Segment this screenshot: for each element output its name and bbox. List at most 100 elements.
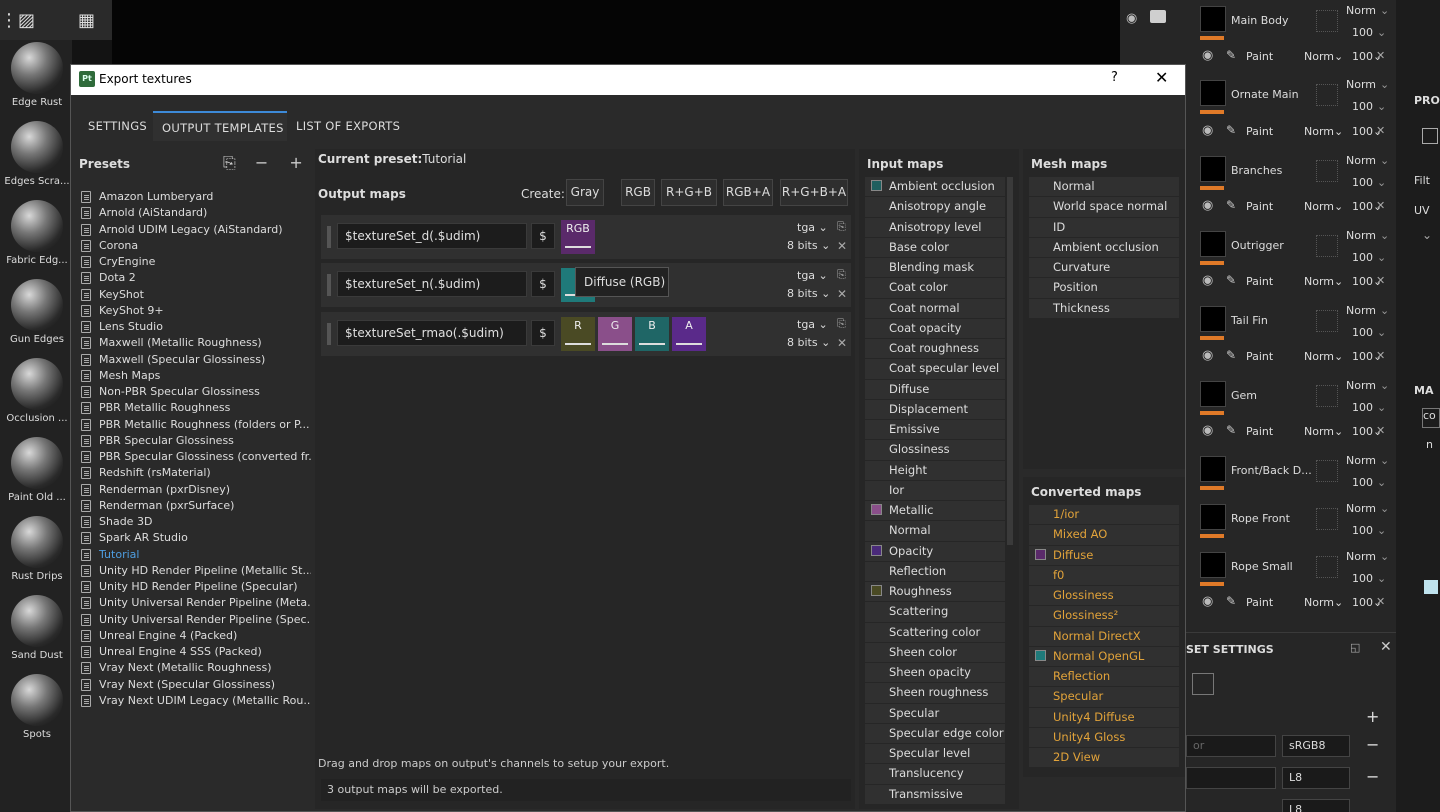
converted-map-item[interactable]: Unity4 Gloss (1029, 727, 1179, 747)
preset-item[interactable]: PBR Specular Glossiness (79, 433, 311, 449)
preset-item[interactable]: Tutorial (79, 547, 311, 563)
material-item[interactable]: Paint Old ... (0, 437, 74, 503)
mask-slot[interactable] (1316, 385, 1338, 407)
drag-handle[interactable] (327, 274, 331, 296)
image-icon[interactable]: ▨ (18, 10, 35, 31)
remove-icon[interactable]: − (1366, 735, 1379, 754)
blend-mode-select[interactable]: Norm⌄ (1304, 275, 1343, 288)
preset-item[interactable]: Amazon Lumberyard (79, 189, 311, 205)
input-map-item[interactable]: Emissive (865, 420, 1005, 440)
input-map-item[interactable]: Blending mask (865, 258, 1005, 278)
blend-mode-select[interactable]: Norm⌄ (1304, 50, 1343, 63)
blend-mode-select[interactable]: Norm⌄ (1346, 454, 1389, 467)
visibility-icon[interactable]: ◉ (1126, 11, 1137, 26)
tab-output-templates[interactable]: OUTPUT TEMPLATES (153, 111, 287, 141)
preset-item[interactable]: Corona (79, 238, 311, 254)
mask-slot[interactable] (1316, 235, 1338, 257)
mask-slot[interactable] (1316, 508, 1338, 530)
input-map-item[interactable]: Metallic (865, 501, 1005, 521)
converted-map-item[interactable]: Glossiness (1029, 586, 1179, 606)
mask-slot[interactable] (1316, 84, 1338, 106)
material-item[interactable]: Gun Edges (0, 279, 74, 345)
opacity-select[interactable]: 100 ⌄ (1352, 476, 1386, 489)
input-map-item[interactable]: Roughness (865, 582, 1005, 602)
input-map-item[interactable]: Coat specular level (865, 359, 1005, 379)
remove-icon[interactable]: − (1366, 767, 1379, 786)
remove-icon[interactable]: ✕ (1376, 349, 1385, 362)
remove-icon[interactable]: ✕ (1376, 274, 1385, 287)
preset-item[interactable]: Arnold UDIM Legacy (AiStandard) (79, 222, 311, 238)
input-map-item[interactable]: Scattering (865, 602, 1005, 622)
remove-icon[interactable]: ✕ (1376, 124, 1385, 137)
input-map-item[interactable]: Coat roughness (865, 339, 1005, 359)
input-map-item[interactable]: Anisotropy level (865, 217, 1005, 237)
input-map-item[interactable]: Specular edge color (865, 723, 1005, 743)
remove-icon[interactable]: ✕ (1376, 49, 1385, 62)
close-button[interactable]: ✕ (1155, 68, 1168, 87)
visibility-icon[interactable]: ◉ (1202, 594, 1213, 609)
bit-depth-select[interactable]: 8 bits ⌄ (787, 336, 830, 349)
converted-map-item[interactable]: Diffuse (1029, 545, 1179, 565)
input-map-item[interactable]: Normal (865, 521, 1005, 541)
input-map-item[interactable]: Height (865, 460, 1005, 480)
mask-slot[interactable] (1316, 556, 1338, 578)
input-map-item[interactable]: Sheen opacity (865, 663, 1005, 683)
blend-mode-select[interactable]: Norm⌄ (1346, 4, 1389, 17)
input-map-item[interactable]: Specular (865, 703, 1005, 723)
input-map-item[interactable]: Anisotropy angle (865, 197, 1005, 217)
mesh-map-item[interactable]: ID (1029, 217, 1179, 237)
mesh-map-item[interactable]: Ambient occlusion (1029, 237, 1179, 257)
preset-item[interactable]: Dota 2 (79, 270, 311, 286)
blend-mode-select[interactable]: Norm⌄ (1304, 125, 1343, 138)
channel-slot[interactable]: A (672, 317, 706, 351)
preset-item[interactable]: Unity Universal Render Pipeline (Spec... (79, 612, 311, 628)
tab-list-of-exports[interactable]: LIST OF EXPORTS (287, 111, 409, 141)
preset-item[interactable]: Shade 3D (79, 514, 311, 530)
input-map-item[interactable]: Ambient occlusion (865, 177, 1005, 197)
preset-item[interactable]: KeyShot (79, 287, 311, 303)
preset-item[interactable]: PBR Metallic Roughness (folders or P... (79, 417, 311, 433)
opacity-select[interactable]: 100 ⌄ (1352, 401, 1386, 414)
visibility-icon[interactable]: ◉ (1202, 273, 1213, 288)
drag-handle[interactable] (327, 323, 331, 345)
preset-item[interactable]: PBR Specular Glossiness (converted fr... (79, 449, 311, 465)
preset-item[interactable]: Vray Next (Metallic Roughness) (79, 660, 311, 676)
input-map-item[interactable]: Reflection (865, 561, 1005, 581)
material-item[interactable]: Spots (0, 674, 74, 740)
mesh-map-item[interactable]: Position (1029, 278, 1179, 298)
create-rgb-a-button[interactable]: RGB+A (723, 179, 773, 206)
input-map-item[interactable]: Coat normal (865, 298, 1005, 318)
scrollbar[interactable] (1007, 177, 1013, 545)
format-select[interactable]: tga ⌄ (797, 318, 828, 331)
visibility-icon[interactable]: ◉ (1202, 123, 1213, 138)
delete-icon[interactable]: ✕ (837, 287, 847, 301)
delete-icon[interactable]: ✕ (837, 239, 847, 253)
visibility-icon[interactable]: ◉ (1202, 198, 1213, 213)
copy-icon[interactable]: ⎘ (837, 220, 846, 234)
preset-item[interactable]: Mesh Maps (79, 368, 311, 384)
layer-row[interactable]: ◉ Main Body Norm ⌄ 100 ⌄ (1120, 2, 1396, 40)
channel-slot[interactable]: RGB (561, 220, 595, 254)
copy-icon[interactable]: ⎘ (837, 317, 846, 331)
colorspace-select[interactable]: sRGB8 (1282, 735, 1350, 757)
opacity-select[interactable]: 100 ⌄ (1352, 251, 1386, 264)
opacity-select[interactable]: 100 ⌄ (1352, 572, 1386, 585)
input-map-item[interactable]: Base color (865, 237, 1005, 257)
converted-map-item[interactable]: Mixed AO (1029, 525, 1179, 545)
preset-item[interactable]: KeyShot 9+ (79, 303, 311, 319)
input-map-item[interactable]: Sheen color (865, 642, 1005, 662)
visibility-icon[interactable]: ◉ (1202, 423, 1213, 438)
name-field[interactable]: or (1186, 735, 1276, 757)
preset-item[interactable]: Vray Next (Specular Glossiness) (79, 677, 311, 693)
input-map-item[interactable]: Glossiness (865, 440, 1005, 460)
blend-mode-select[interactable]: Norm⌄ (1346, 379, 1389, 392)
preset-item[interactable]: Renderman (pxrDisney) (79, 482, 311, 498)
material-item[interactable]: Edges Scra... (0, 121, 74, 187)
blend-mode-select[interactable]: Norm⌄ (1304, 350, 1343, 363)
grid-icon[interactable]: ▦ (78, 10, 95, 31)
converted-map-item[interactable]: Reflection (1029, 667, 1179, 687)
output-name-input[interactable]: $textureSet_n(.$udim) (337, 271, 527, 297)
preset-item[interactable]: Unity Universal Render Pipeline (Meta... (79, 595, 311, 611)
opacity-select[interactable]: 100 ⌄ (1352, 176, 1386, 189)
blend-mode-select[interactable]: Norm⌄ (1346, 154, 1389, 167)
